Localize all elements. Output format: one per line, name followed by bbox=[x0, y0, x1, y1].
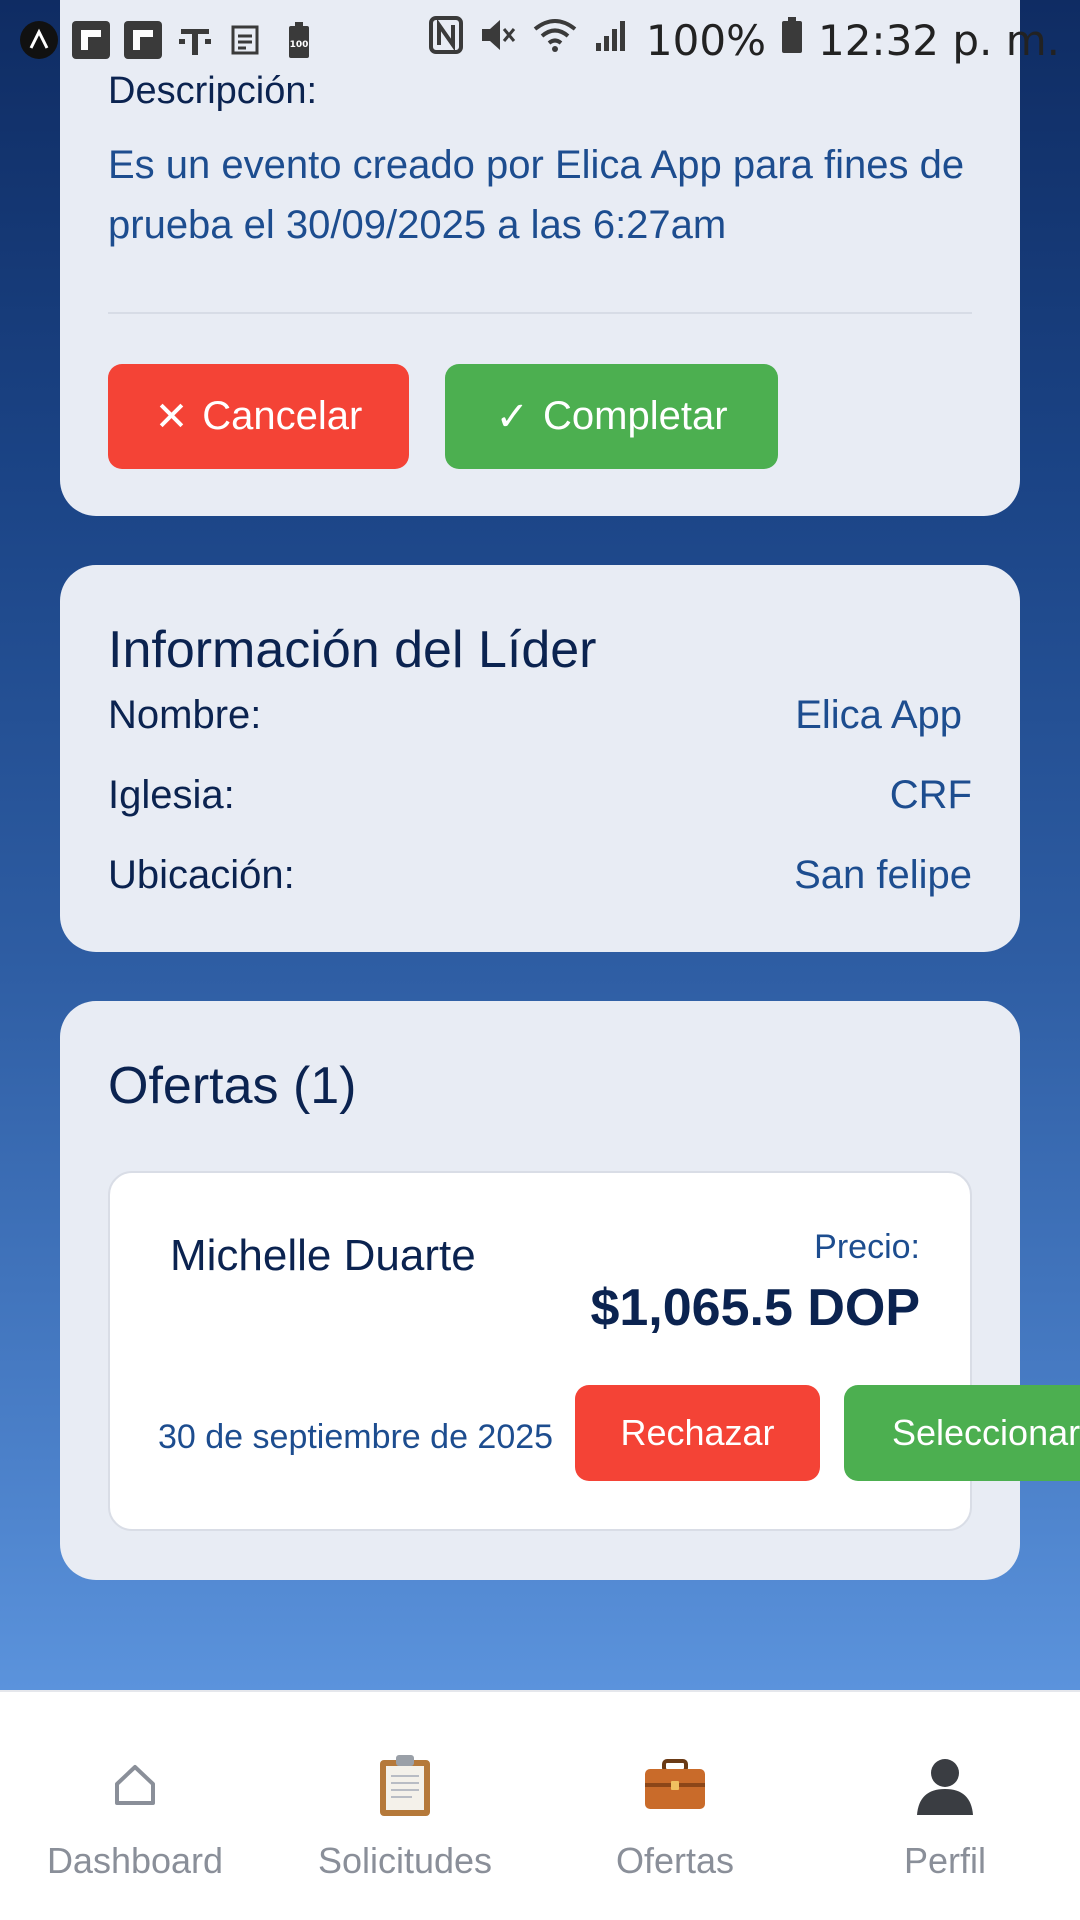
price-label: Precio: bbox=[814, 1228, 920, 1266]
leader-name-label: Nombre: bbox=[108, 693, 262, 737]
home-icon bbox=[100, 1750, 170, 1820]
leader-location-value: San felipe bbox=[794, 853, 972, 897]
leader-info-card: Información del Líder Nombre: Elica App … bbox=[60, 565, 1020, 952]
price-value: $1,065.5 DOP bbox=[590, 1279, 920, 1337]
status-bar: 100 100% 12:32 p. m. bbox=[0, 0, 1080, 80]
calendar-icon bbox=[228, 21, 266, 59]
complete-button[interactable]: ✓ Completar bbox=[445, 364, 778, 469]
battery-percent: 100% bbox=[645, 15, 766, 65]
leader-name-row: Nombre: Elica App bbox=[108, 693, 972, 738]
nav-item-solicitudes[interactable]: Solicitudes bbox=[270, 1692, 540, 1920]
check-icon: ✓ bbox=[495, 394, 529, 439]
nfc-icon bbox=[428, 15, 464, 66]
nav-item-dashboard[interactable]: Dashboard bbox=[0, 1692, 270, 1920]
clipboard-icon bbox=[370, 1750, 440, 1820]
battery-saver-icon: 100 bbox=[280, 21, 318, 59]
flipboard-icon bbox=[72, 21, 110, 59]
leader-name-value: Elica App bbox=[795, 693, 962, 737]
svg-text:100: 100 bbox=[290, 40, 309, 50]
nav-item-ofertas[interactable]: Ofertas bbox=[540, 1692, 810, 1920]
nav-label-ofertas: Ofertas bbox=[615, 1840, 735, 1881]
offer-date: 30 de septiembre de 2025 bbox=[158, 1418, 554, 1456]
user-silhouette-icon bbox=[910, 1750, 980, 1820]
cancel-button[interactable]: ✕ Cancelar bbox=[108, 364, 409, 469]
t-mobile-icon bbox=[176, 21, 214, 59]
leader-location-row: Ubicación: San felipe bbox=[108, 853, 972, 898]
description-text: Es un evento creado por Elica App para f… bbox=[108, 143, 965, 247]
signal-icon bbox=[592, 15, 632, 66]
clock: 12:32 p. m. bbox=[817, 15, 1060, 65]
leader-church-value: CRF bbox=[889, 773, 972, 817]
battery-icon bbox=[780, 15, 804, 66]
close-icon: ✕ bbox=[154, 394, 189, 439]
leader-location-label: Ubicación: bbox=[108, 853, 295, 897]
wifi-icon bbox=[532, 15, 578, 66]
offer-provider-name: Michelle Duarte bbox=[170, 1231, 476, 1280]
reject-button[interactable]: Rechazar bbox=[575, 1385, 820, 1481]
nav-label-perfil: Perfil bbox=[903, 1840, 987, 1881]
status-right-icons: 100% 12:32 p. m. bbox=[428, 15, 1060, 66]
nav-item-perfil[interactable]: Perfil bbox=[810, 1692, 1080, 1920]
divider bbox=[108, 312, 972, 314]
nav-label-solicitudes: Solicitudes bbox=[317, 1840, 493, 1881]
cancel-button-label: Cancelar bbox=[202, 394, 363, 438]
leader-info-title: Información del Líder bbox=[108, 621, 597, 679]
offers-title: Ofertas (1) bbox=[108, 1057, 357, 1115]
briefcase-icon bbox=[640, 1750, 710, 1820]
leader-church-row: Iglesia: CRF bbox=[108, 773, 972, 818]
status-left-icons: 100 bbox=[20, 21, 318, 59]
offer-item: Michelle Duarte Precio: $1,065.5 DOP 30 … bbox=[108, 1171, 1080, 1531]
offers-card: Ofertas (1) Michelle Duarte Precio: $1,0… bbox=[60, 1001, 1080, 1580]
nav-label-dashboard: Dashboard bbox=[46, 1840, 224, 1881]
bottom-nav: Dashboard Solicitudes Ofertas Perfil bbox=[0, 1690, 1080, 1920]
mute-icon bbox=[478, 15, 518, 66]
select-button[interactable]: Seleccionar bbox=[844, 1385, 1080, 1481]
app-a-icon bbox=[20, 21, 58, 59]
leader-church-label: Iglesia: bbox=[108, 773, 235, 817]
complete-button-label: Completar bbox=[543, 394, 728, 438]
flipboard-icon-2 bbox=[124, 21, 162, 59]
